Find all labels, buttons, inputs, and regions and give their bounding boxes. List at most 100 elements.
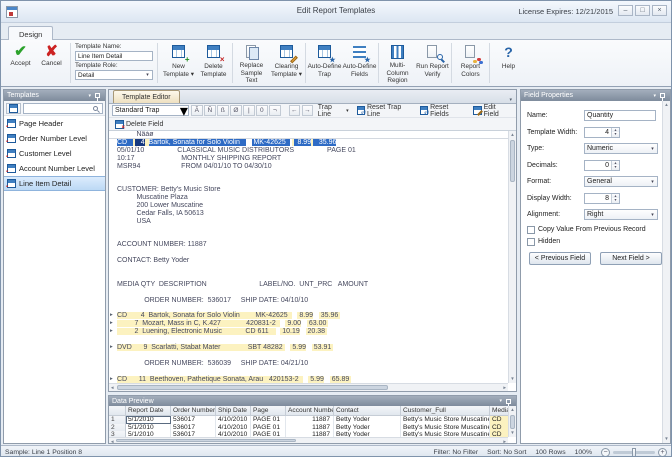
grid-cell[interactable]: 4/10/2010 bbox=[216, 424, 251, 432]
field-block[interactable]: 35.96 bbox=[313, 139, 336, 146]
grid-cell[interactable]: 5/1/2010 bbox=[126, 416, 171, 424]
scroll-down-icon[interactable]: ▼ bbox=[663, 435, 670, 443]
trap-char-button[interactable]: ß bbox=[217, 105, 229, 116]
field-block[interactable]: CD 11 Beethoven, Pathetique Sonata, Arau… bbox=[117, 376, 303, 383]
editor-line[interactable] bbox=[109, 234, 516, 242]
column-header-media[interactable]: Media bbox=[490, 406, 508, 416]
template-item-order-number-level[interactable]: ▪Order Number Level bbox=[4, 131, 105, 146]
checkbox-box[interactable] bbox=[527, 226, 535, 234]
panel-menu-icon[interactable]: ▾ bbox=[88, 93, 91, 99]
editor-line[interactable]: ORDER NUMBER: 536039 SHIP DATE: 04/21/10 bbox=[109, 360, 516, 368]
zoom-slider-thumb[interactable] bbox=[632, 448, 636, 457]
clearing-template-button[interactable]: ClearingTemplate ▾ bbox=[269, 41, 304, 85]
column-header-customer-full[interactable]: Customer_Full bbox=[401, 406, 490, 416]
editor-line[interactable] bbox=[109, 265, 516, 273]
field-block[interactable]: 63.00 bbox=[307, 320, 328, 327]
editor-line[interactable]: USA bbox=[109, 218, 516, 226]
grid-cell[interactable]: 5/1/2010 bbox=[126, 424, 171, 432]
scroll-left-icon[interactable]: ◄ bbox=[110, 439, 114, 444]
tabstrip-menu-icon[interactable]: ▾ bbox=[509, 97, 512, 103]
field-block[interactable]: 65.89 bbox=[330, 376, 351, 383]
grid-cell[interactable]: 536017 bbox=[171, 424, 216, 432]
trap-type-select[interactable]: Standard Trap ▾ bbox=[112, 105, 189, 116]
editor-line[interactable] bbox=[109, 368, 516, 376]
previous-field-button[interactable]: < Previous Field bbox=[529, 252, 591, 265]
edit-field-button[interactable]: Edit Field bbox=[470, 105, 513, 117]
field-block[interactable]: 10.19 bbox=[280, 328, 299, 335]
template-item-line-item-detail[interactable]: ▪Line Item Detail bbox=[4, 176, 105, 191]
editor-line[interactable]: CD 4 Bartok, Sonata for Solo Violin MK-4… bbox=[109, 139, 516, 147]
field-block[interactable]: 53.91 bbox=[312, 344, 333, 351]
column-header-report-date[interactable]: Report Date bbox=[126, 406, 171, 416]
column-header-row-number[interactable] bbox=[109, 406, 126, 416]
auto-define-trap-button[interactable]: ★Auto-DefineTrap bbox=[307, 41, 342, 85]
editor-line[interactable]: MSR94 FROM 04/01/10 TO 04/30/10 bbox=[109, 163, 516, 171]
editor-line[interactable]: ▸ 7 Mozart, Mass in C, K.427 420831-2 9.… bbox=[109, 320, 516, 328]
grid-cell[interactable]: CD bbox=[490, 424, 508, 432]
grid-cell[interactable]: Betty's Music Store Muscatine... bbox=[401, 424, 490, 432]
trap-line-menu-button[interactable]: Trap Line ▾ bbox=[315, 105, 352, 117]
field-block[interactable]: 5.99 bbox=[308, 376, 324, 383]
grid-cell[interactable]: 1 bbox=[109, 416, 126, 424]
replace-sample-text-button[interactable]: ReplaceSample Text bbox=[234, 41, 269, 85]
accept-button[interactable]: ✔ Accept bbox=[5, 41, 36, 85]
spin-down-icon[interactable]: ▼ bbox=[612, 198, 619, 203]
decimals-spinner[interactable]: 0▲▼ bbox=[584, 160, 620, 171]
scroll-down-icon[interactable]: ▼ bbox=[509, 375, 516, 383]
grid-vertical-scrollbar[interactable]: ▲ ▼ bbox=[508, 406, 516, 437]
scroll-up-icon[interactable]: ▲ bbox=[509, 406, 516, 414]
reset-trap-line-button[interactable]: ↺ Reset Trap Line bbox=[354, 105, 415, 117]
zoom-in-button[interactable]: + bbox=[658, 448, 667, 457]
column-header-contact[interactable]: Contact bbox=[334, 406, 401, 416]
field-block[interactable]: 9.00 bbox=[285, 320, 301, 327]
editor-line[interactable] bbox=[109, 336, 516, 344]
editor-line[interactable]: Cedar Falls, IA 50613 bbox=[109, 210, 516, 218]
trap-char-button[interactable]: ¬ bbox=[269, 105, 281, 116]
column-header-order-number[interactable]: Order Number bbox=[171, 406, 216, 416]
scrollbar-thumb[interactable] bbox=[116, 439, 296, 442]
template-filter-button[interactable] bbox=[6, 103, 21, 114]
template-item-account-number-level[interactable]: ▪Account Number Level bbox=[4, 161, 105, 176]
field-block[interactable]: 2 Luening, Electronic Music CD 611 bbox=[117, 328, 276, 335]
templates-search-input[interactable] bbox=[23, 103, 103, 114]
template-item-customer-level[interactable]: ▪Customer Level bbox=[4, 146, 105, 161]
close-button[interactable]: × bbox=[652, 5, 667, 16]
grid-cell[interactable]: Betty Yoder bbox=[334, 424, 401, 432]
tab-template-editor[interactable]: Template Editor bbox=[113, 90, 180, 103]
editor-line[interactable]: MEDIA QTY DESCRIPTION LABEL/NO. UNT_PRC … bbox=[109, 281, 516, 289]
scroll-up-icon[interactable]: ▲ bbox=[663, 101, 670, 109]
grid-cell[interactable]: Betty's Music Store Muscatine... bbox=[401, 416, 490, 424]
column-header-page[interactable]: Page bbox=[251, 406, 286, 416]
editor-vertical-scrollbar[interactable]: ▲ ▼ bbox=[508, 131, 516, 383]
scroll-up-icon[interactable]: ▲ bbox=[509, 131, 516, 139]
editor-line[interactable]: 200 Lower Muscatine bbox=[109, 202, 516, 210]
filter-status[interactable]: Filter: No Filter bbox=[434, 449, 479, 456]
editor-line[interactable] bbox=[109, 305, 516, 313]
panel-vertical-scrollbar[interactable]: ▲ ▼ bbox=[662, 101, 670, 443]
field-block[interactable]: 7 Mozart, Mass in C, K.427 420831-2 bbox=[117, 320, 280, 327]
trap-char-button[interactable]: | bbox=[243, 105, 255, 116]
multi-column-region-button[interactable]: Multi-ColumnRegion bbox=[380, 41, 415, 85]
field-block[interactable]: 8.99 bbox=[297, 312, 313, 319]
trap-char-button[interactable]: 0 bbox=[256, 105, 268, 116]
scrollbar-thumb[interactable] bbox=[510, 415, 515, 429]
minimize-button[interactable]: – bbox=[618, 5, 633, 16]
grid-horizontal-scrollbar[interactable]: ◄ ► bbox=[109, 437, 508, 443]
scrollbar-thumb[interactable] bbox=[510, 140, 515, 182]
scroll-right-icon[interactable]: ► bbox=[503, 439, 507, 444]
editor-line[interactable]: ▸ 2 Luening, Electronic Music CD 611 10.… bbox=[109, 328, 516, 336]
delete-field-button[interactable]: × Delete Field bbox=[112, 118, 166, 130]
grid-cell[interactable]: PAGE 01 bbox=[251, 416, 286, 424]
tab-design[interactable]: Design bbox=[8, 26, 53, 41]
scroll-right-icon[interactable]: ► bbox=[503, 385, 507, 390]
template-role-select[interactable]: Detail ▾ bbox=[75, 70, 153, 80]
trap-char-button[interactable]: Ø bbox=[230, 105, 242, 116]
field-block[interactable]: MK-42625 bbox=[252, 139, 290, 146]
field-block[interactable]: DVD 9 Scarlatti, Stabat Mater SBT 48282 bbox=[117, 344, 285, 351]
scroll-left-icon[interactable]: ◄ bbox=[110, 385, 114, 390]
report-colors-button[interactable]: ReportColors bbox=[453, 41, 488, 85]
move-trap-right-button[interactable]: → bbox=[302, 105, 313, 116]
editor-line[interactable] bbox=[109, 289, 516, 297]
column-header-account-number[interactable]: Account Number bbox=[286, 406, 334, 416]
editor-line[interactable]: Ñâáø bbox=[109, 131, 516, 139]
